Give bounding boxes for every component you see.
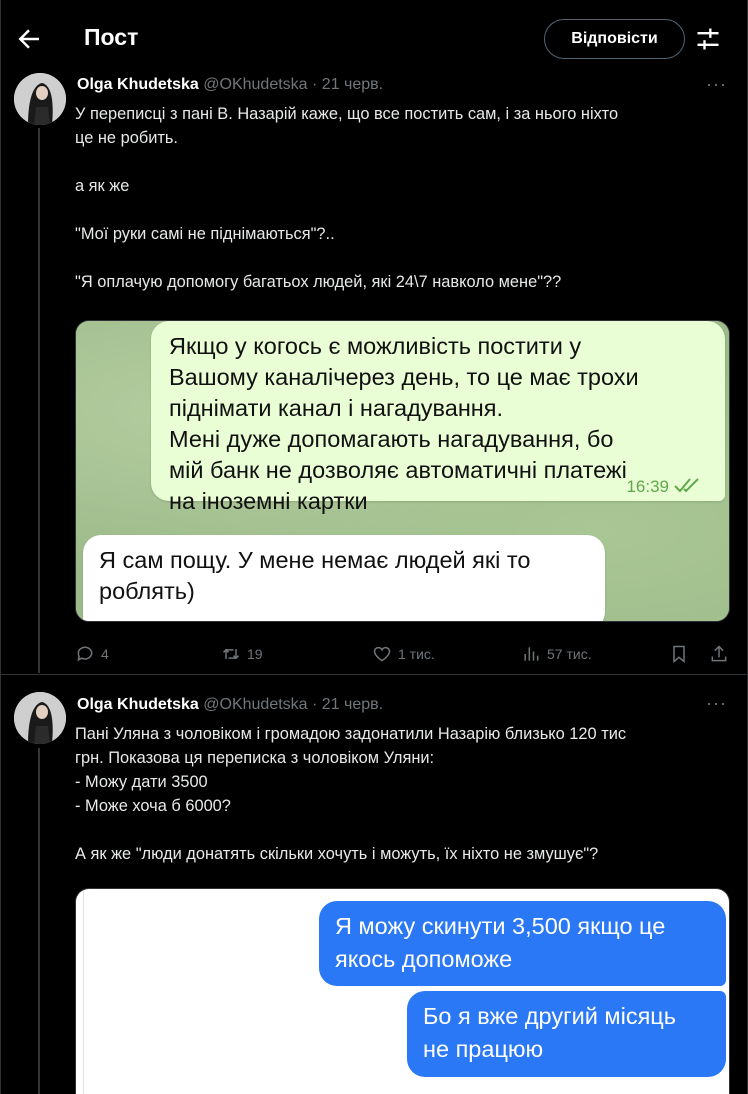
text-line	[75, 198, 735, 222]
tweet-header: Olga Khudetska @OKhudetska · 21 черв.	[77, 76, 383, 94]
message-line: Бо я вже другий місяць	[423, 1003, 676, 1029]
divider	[0, 674, 748, 675]
message-line: якось допоможе	[335, 946, 513, 972]
like-count: 1 тис.	[398, 646, 435, 662]
share-action[interactable]	[709, 642, 735, 666]
text-line: А як же "люди донатять скільки хочуть і …	[75, 845, 599, 863]
text-line: а як же	[75, 177, 130, 195]
text-line: грн. Показова ця переписка з чоловіком У…	[75, 749, 435, 767]
message-line: Якщо у когось є можливість постити у	[169, 333, 582, 359]
avatar[interactable]	[14, 692, 66, 744]
message-line: піднімати канал і нагадування.	[169, 395, 504, 421]
message-line: Мені дуже допомагають нагадування, бо	[169, 426, 614, 452]
bookmark-icon	[673, 645, 685, 664]
tweet-actions: 4 19 1 тис. 57 тис.	[75, 642, 735, 666]
repost-action[interactable]: 19	[221, 642, 263, 666]
message-line: Я можу скинути 3,500 якщо це	[335, 913, 666, 939]
text-line: "Мої руки самі не піднімаються"?..	[75, 225, 335, 243]
views-icon	[524, 647, 539, 661]
outgoing-message-bubble: Якщо у когось є можливість постити у Ваш…	[151, 321, 725, 514]
text-line: це не робить.	[75, 129, 178, 147]
share-icon	[711, 645, 727, 662]
sliders-icon[interactable]	[694, 25, 722, 53]
tweet-text: У переписці з пані В. Назарій каже, що в…	[75, 102, 735, 294]
repost-icon	[222, 648, 240, 660]
author-name[interactable]: Olga Khudetska	[77, 696, 199, 713]
author-handle[interactable]: @OKhudetska	[203, 76, 307, 93]
views-action[interactable]: 57 тис.	[521, 642, 592, 666]
message-time: 16:39	[626, 477, 669, 496]
message-line: Вашому каналічерез день, то це має трохи	[169, 364, 639, 390]
heart-icon	[373, 646, 391, 662]
like-action[interactable]: 1 тис.	[372, 642, 435, 666]
avatar[interactable]	[14, 73, 66, 125]
tweet-text: Пані Уляна з чоловіком і громадою задона…	[75, 722, 735, 866]
repost-count: 19	[247, 646, 263, 662]
text-line: - Може хоча б 6000?	[75, 797, 231, 815]
more-icon[interactable]: ···	[706, 74, 727, 95]
messenger-screenshot[interactable]: Я можу скинути 3,500 якщо це якось допом…	[75, 888, 730, 1094]
double-check-icon	[674, 478, 699, 493]
page-title: Пост	[84, 24, 139, 50]
text-line: - Можу дати 3500	[75, 773, 208, 791]
tweet-date[interactable]: · 21 черв.	[312, 696, 383, 713]
message-line: не працюю	[423, 1036, 544, 1062]
thread-line	[38, 128, 40, 673]
message-line: роблять)	[99, 578, 195, 604]
author-name[interactable]: Olga Khudetska	[77, 76, 199, 93]
views-count: 57 тис.	[547, 646, 592, 662]
reply-icon	[77, 646, 93, 662]
tweet-date[interactable]: · 21 черв.	[312, 76, 383, 93]
left-border	[0, 0, 1, 1094]
text-line	[75, 150, 735, 174]
chat-edge	[76, 889, 84, 1094]
top-bar: Пост Відповісти	[0, 0, 748, 78]
telegram-screenshot[interactable]: Якщо у когось є можливість постити у Ваш…	[75, 320, 730, 622]
reply-count: 4	[101, 646, 109, 662]
bookmark-action[interactable]	[669, 642, 695, 666]
text-line: У переписці з пані В. Назарій каже, що в…	[75, 105, 619, 123]
back-arrow-icon[interactable]	[14, 24, 44, 54]
text-line	[75, 246, 735, 270]
more-icon[interactable]: ···	[706, 693, 727, 714]
message-line: Я сам пощу. У мене немає людей які то	[99, 547, 531, 573]
text-line	[75, 818, 735, 842]
incoming-message-bubble: Я сам пощу. У мене немає людей які то ро…	[83, 535, 605, 621]
text-line: "Я оплачую допомогу багатьох людей, які …	[75, 273, 562, 291]
reply-button[interactable]: Відповісти	[544, 19, 685, 59]
tweet-header: Olga Khudetska @OKhudetska · 21 черв.	[77, 696, 383, 714]
sent-message-bubble: Я можу скинути 3,500 якщо це якось допом…	[319, 901, 726, 986]
text-line: Пані Уляна з чоловіком і громадою задона…	[75, 725, 627, 743]
sent-message-bubble: Бо я вже другий місяць не працюю	[407, 991, 726, 1077]
author-handle[interactable]: @OKhudetska	[203, 696, 307, 713]
reply-action[interactable]: 4	[75, 642, 109, 666]
thread-line	[38, 748, 40, 1094]
